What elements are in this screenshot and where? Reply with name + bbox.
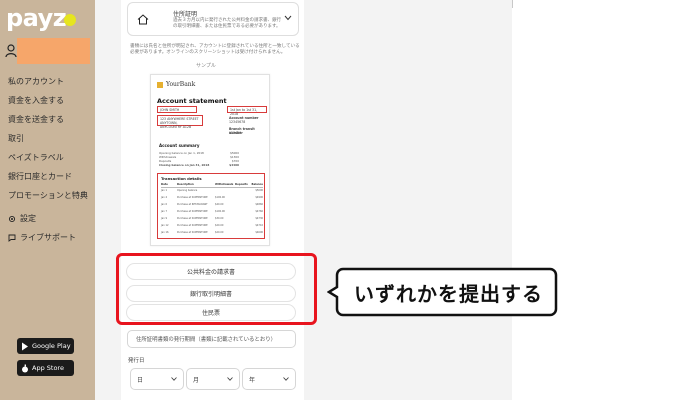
settings-label: 設定 xyxy=(20,214,36,223)
nav-transactions[interactable]: 取引 xyxy=(8,129,93,148)
nav-live-support[interactable]: ライブサポート xyxy=(8,228,93,247)
transaction-title: Transaction details xyxy=(161,176,202,181)
bank-logo-icon xyxy=(157,81,163,88)
sidebar: payz 私のアカウント 資金を入金する 資金を送金する 取引 ペイズトラベル … xyxy=(0,0,95,400)
transaction-header: Date Description Withdrawals Deposits Balanc… xyxy=(161,183,263,188)
transaction-row: Jan 4 Purchase at SUPERSTORE $100.00 $4900 xyxy=(161,196,263,199)
google-play-icon xyxy=(22,342,28,350)
nav-my-account[interactable]: 私のアカウント xyxy=(8,72,93,91)
chevron-down-icon xyxy=(171,377,177,381)
card-description: 過去３カ月以内に発行された公共料金の請求書、銀行の取引明細書、または住民票である… xyxy=(173,18,281,29)
chat-icon xyxy=(8,234,16,242)
user-profile[interactable] xyxy=(5,38,91,64)
year-select[interactable]: 年 xyxy=(242,368,296,390)
nav-payz-travel[interactable]: ペイズトラベル xyxy=(8,148,93,167)
issue-period-field[interactable]: 住所証明書類の発行期間（書類に記載されているとおり） xyxy=(127,330,296,348)
statement-bank: YourBank xyxy=(157,81,195,88)
transaction-row: Jan 7 Purchase at SUPERSTORE $100.00 $4760 xyxy=(161,210,263,213)
chevron-down-icon xyxy=(283,377,289,381)
nav-bank-cards[interactable]: 銀行口座とカード xyxy=(8,167,93,186)
branch-value: 123456 xyxy=(229,131,242,135)
left-gutter xyxy=(95,0,121,400)
nav-send[interactable]: 資金を送金する xyxy=(8,110,93,129)
app-store-badge[interactable]: App Store xyxy=(17,360,74,376)
issue-date-label: 発行日 xyxy=(128,358,145,364)
sidebar-nav: 私のアカウント 資金を入金する 資金を送金する 取引 ペイズトラベル 銀行口座と… xyxy=(8,72,93,205)
transaction-row: Jan 6 Purchase at RESTAURANT $40.00 $4860 xyxy=(161,203,263,206)
transaction-row: Jan 16 Purchase at SUPERSTORE $20.00 $4690 xyxy=(161,231,263,234)
transaction-details-box: Transaction details Date Description Withd… xyxy=(157,173,265,239)
transaction-row: Jan 12 Purchase at SUPERSTORE $20.00 $4710 xyxy=(161,224,263,227)
chevron-down-icon xyxy=(227,377,233,381)
home-icon xyxy=(137,14,149,25)
statement-address-box: 123 ANYWHERE STREET ANYTOWN, ANYCOUNTRY … xyxy=(157,115,203,129)
card-title: 住所証明 xyxy=(173,11,198,18)
live-support-label: ライブサポート xyxy=(20,233,76,242)
divider-line xyxy=(512,0,513,8)
callout-bubble: いずれかを提出する xyxy=(327,266,558,318)
bank-name: YourBank xyxy=(166,81,196,88)
user-icon xyxy=(5,44,17,58)
month-select-value: 月 xyxy=(193,376,200,384)
options-highlight-box xyxy=(116,253,317,325)
user-name-redacted xyxy=(17,38,90,64)
payz-logo[interactable]: payz xyxy=(6,4,67,32)
statement-name-box: JOHN SMITH xyxy=(157,106,197,113)
google-play-label: Google Play xyxy=(32,342,71,350)
nav-promotions[interactable]: プロモーションと特典 xyxy=(8,186,93,205)
nav-settings[interactable]: 設定 xyxy=(8,209,93,228)
logo-dot xyxy=(64,14,76,26)
proof-of-address-card[interactable]: 住所証明 過去３カ月以内に発行された公共料金の請求書、銀行の取引明細書、または住… xyxy=(127,2,299,36)
sample-statement: YourBank Account statement JOHN SMITH 12… xyxy=(150,74,270,246)
year-select-value: 年 xyxy=(249,376,256,384)
google-play-badge[interactable]: Google Play xyxy=(17,338,74,354)
apple-icon xyxy=(22,364,28,372)
account-number-value: 12345678 xyxy=(229,120,246,124)
nav-deposit[interactable]: 資金を入金する xyxy=(8,91,93,110)
day-select[interactable]: 日 xyxy=(130,368,184,390)
statement-title: Account statement xyxy=(157,97,227,105)
requirements-text: 書類には氏名と住所が明記され、アカウントに登録されている住所と一致している必要が… xyxy=(130,44,300,55)
statement-date-box: 1st Jan to 1st 31, 2018 xyxy=(227,106,267,116)
gear-icon xyxy=(8,215,16,222)
summary-row: Closing balance on Jan 31, 2018 $4400 xyxy=(159,163,239,167)
transaction-row: Jan 9 Purchase at SUPERSTORE $30.00 $4730 xyxy=(161,217,263,220)
chevron-down-icon[interactable] xyxy=(284,15,292,21)
app-store-label: App Store xyxy=(32,364,64,372)
sample-label: サンプル xyxy=(196,63,216,69)
day-select-value: 日 xyxy=(137,376,144,384)
month-select[interactable]: 月 xyxy=(186,368,240,390)
callout-text: いずれかを提出する xyxy=(354,281,543,306)
summary-title: Account summary xyxy=(159,143,200,148)
sidebar-sub-nav: 設定 ライブサポート xyxy=(8,209,93,247)
right-gutter xyxy=(304,0,512,400)
transaction-row: Jan 1 Opening balance $5000 xyxy=(161,189,263,192)
